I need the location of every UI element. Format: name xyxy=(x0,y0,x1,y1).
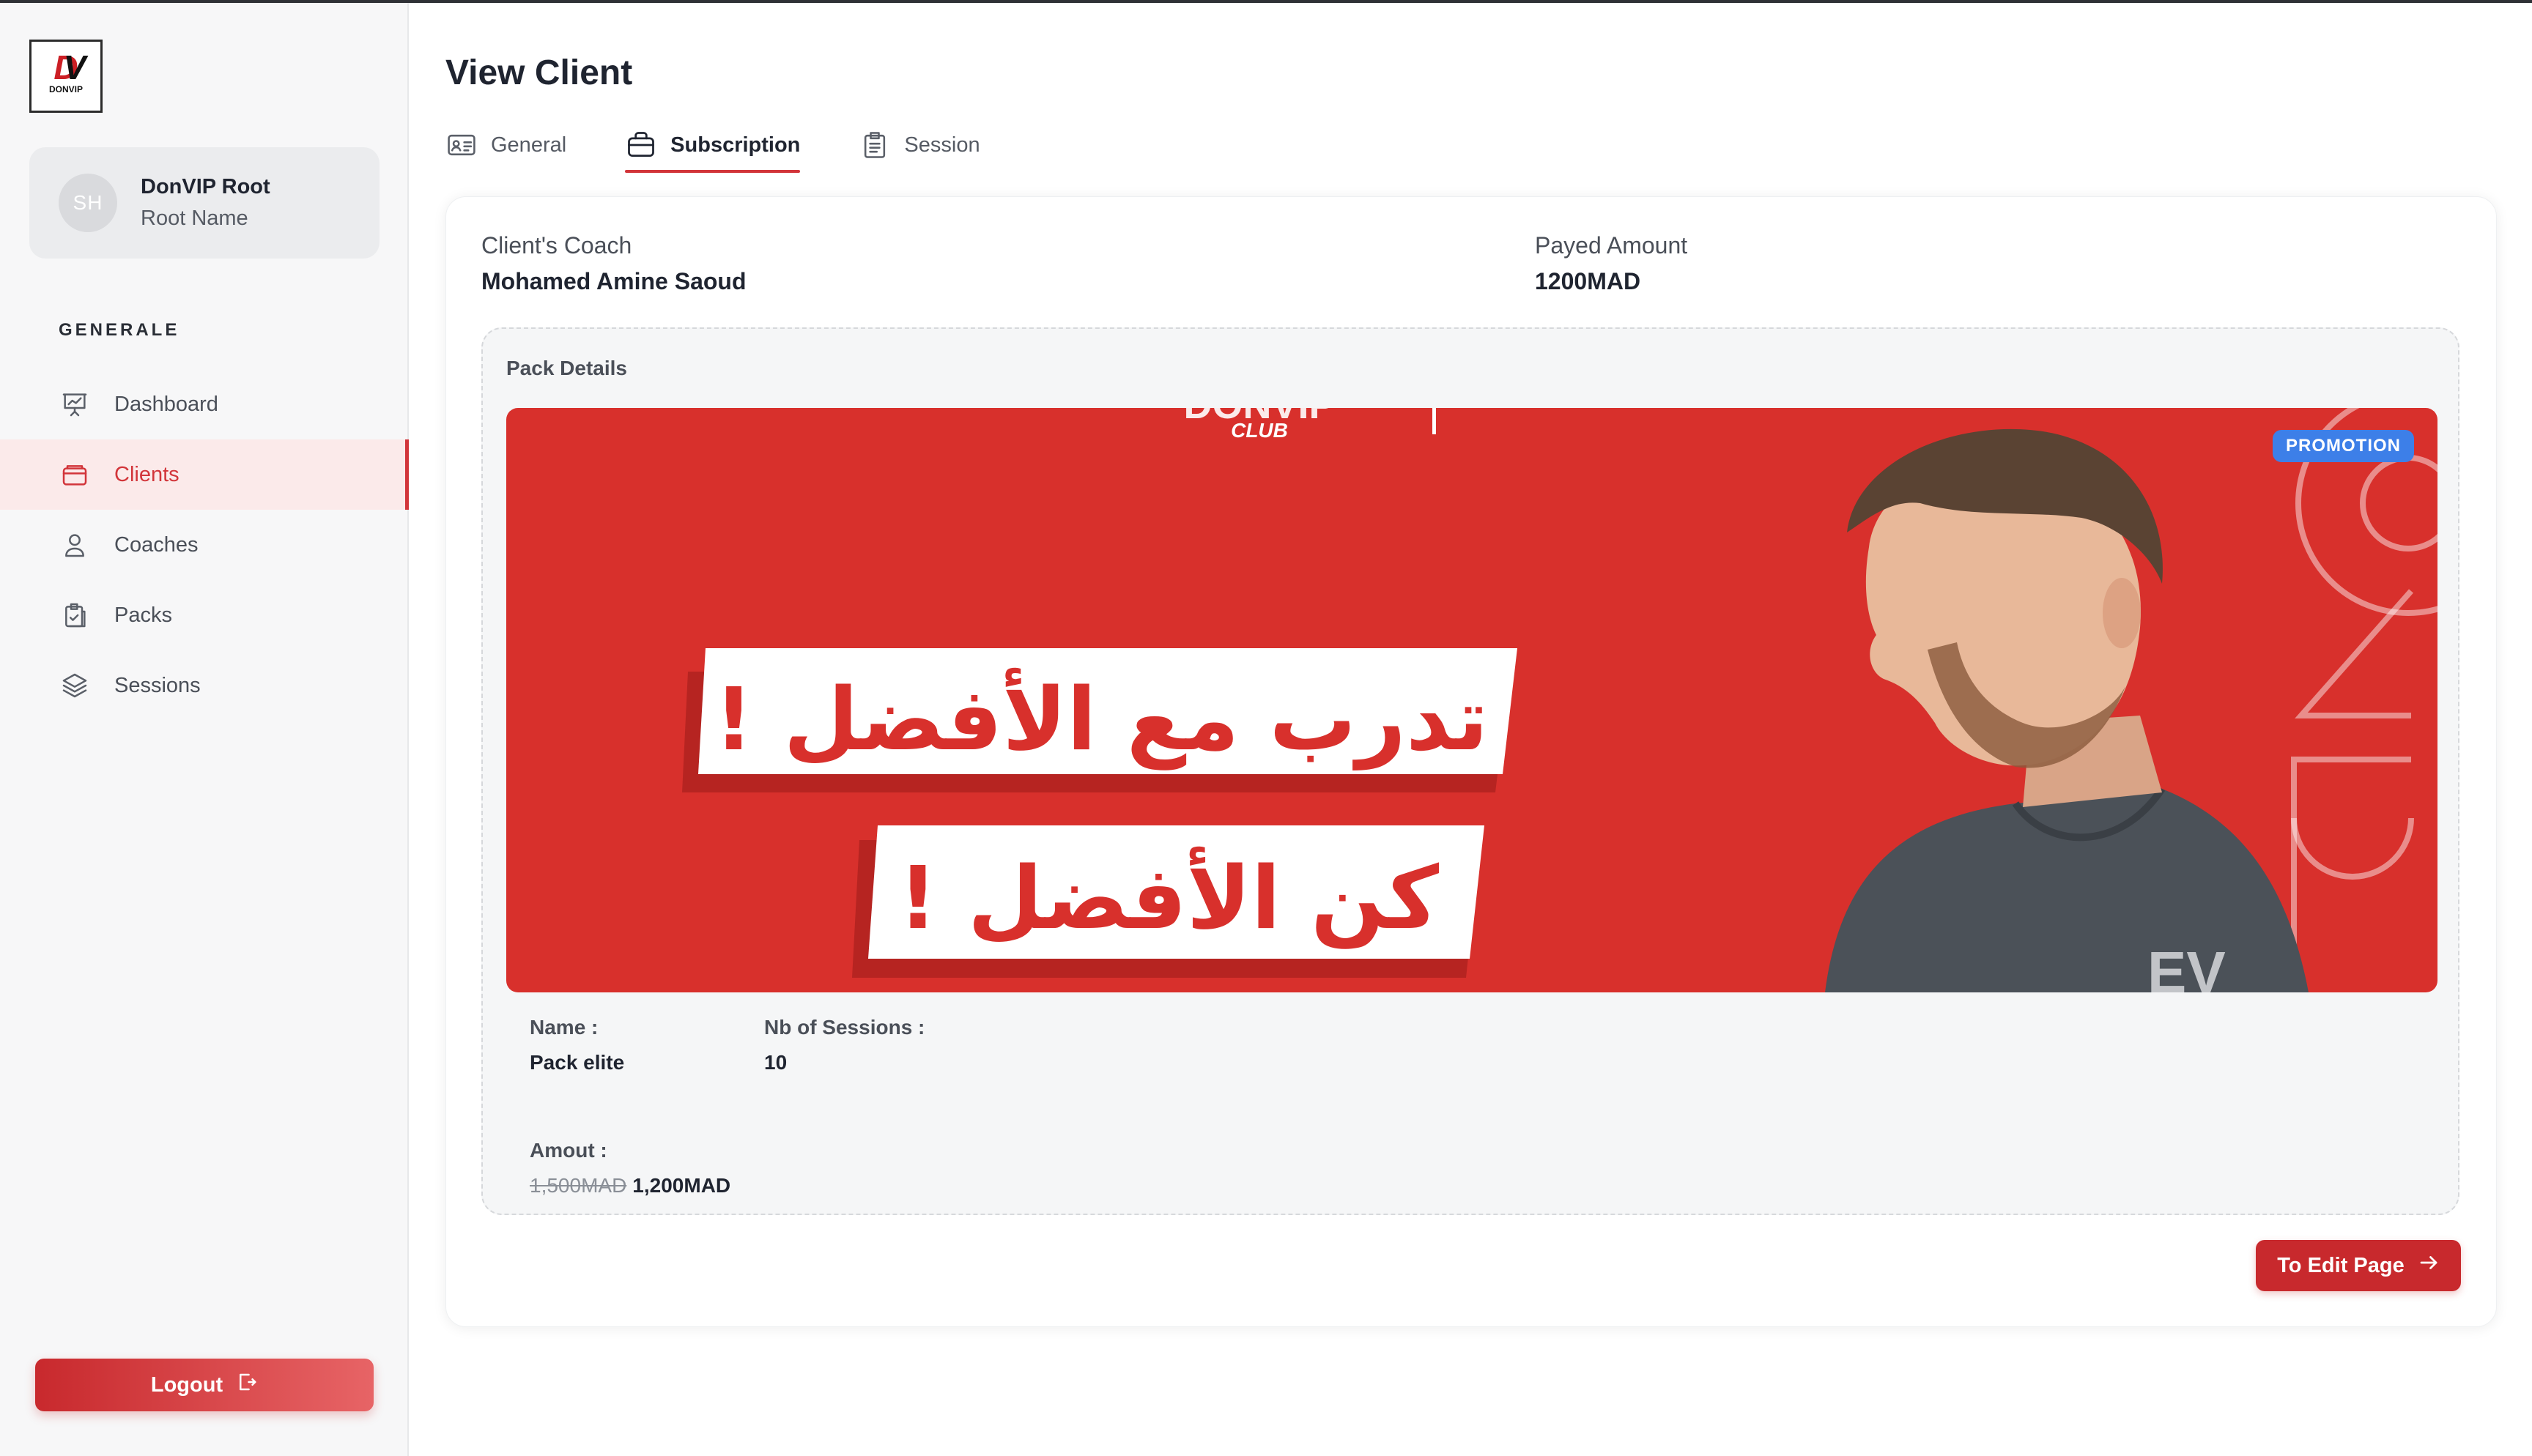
sidebar-item-clients[interactable]: Clients xyxy=(0,439,409,510)
svg-text:تدرب مع الأفضل !: تدرب مع الأفضل ! xyxy=(714,667,1489,770)
user-icon xyxy=(59,529,91,561)
sidebar-nav: Dashboard Clients Coaches Packs Sessions xyxy=(0,369,409,721)
svg-text:CLUB: CLUB xyxy=(1231,419,1288,442)
sidebar-item-label: Packs xyxy=(114,603,172,627)
sidebar-item-packs[interactable]: Packs xyxy=(0,580,409,650)
tab-label: Session xyxy=(904,133,980,157)
pack-name-value: Pack elite xyxy=(530,1051,625,1074)
subscription-card: Client's Coach Mohamed Amine Saoud Payed… xyxy=(445,196,2497,1327)
logout-icon xyxy=(223,1371,258,1399)
sidebar-item-dashboard[interactable]: Dashboard xyxy=(0,369,409,439)
pack-amount-field: Amout : 1,500MAD 1,200MAD xyxy=(530,1139,730,1197)
pack-name-label: Name : xyxy=(530,1016,599,1039)
to-edit-page-button[interactable]: To Edit Page xyxy=(2256,1240,2461,1291)
user-name: DonVIP Root xyxy=(141,175,270,198)
old-price: 1,500MAD xyxy=(530,1174,627,1197)
coach-info: Client's Coach Mohamed Amine Saoud xyxy=(481,232,747,295)
user-card[interactable]: SH DonVIP Root Root Name xyxy=(29,147,380,259)
svg-text:EV: EV xyxy=(2147,940,2226,992)
brand-logo[interactable]: D V DONVIP xyxy=(29,40,103,113)
layers-icon xyxy=(59,669,91,702)
sidebar: D V DONVIP SH DonVIP Root Root Name GENE… xyxy=(0,3,409,1456)
new-price: 1,200MAD xyxy=(632,1174,731,1197)
edit-button-label: To Edit Page xyxy=(2277,1253,2405,1277)
page-title: View Client xyxy=(445,53,633,92)
nav-section-title: GENERALE xyxy=(59,320,180,340)
avatar: SH xyxy=(59,174,117,232)
payed-amount-value: 1200MAD xyxy=(1535,268,1641,294)
logout-button[interactable]: Logout xyxy=(35,1359,374,1411)
pack-name-field: Name : Pack elite xyxy=(530,1016,624,1074)
svg-text:كن الأفضل !: كن الأفضل ! xyxy=(898,846,1439,949)
svg-text:V: V xyxy=(64,48,89,86)
logout-label: Logout xyxy=(150,1373,223,1397)
presentation-chart-icon xyxy=(59,388,91,420)
tab-general[interactable]: General xyxy=(445,117,566,173)
wallet-icon xyxy=(59,458,91,491)
pack-sessions-label: Nb of Sessions : xyxy=(764,1016,925,1039)
payed-amount-label: Payed Amount xyxy=(1535,232,1688,259)
pack-amount-label: Amout : xyxy=(530,1139,607,1162)
tab-bar: General Subscription Session xyxy=(445,117,1039,173)
tab-subscription[interactable]: Subscription xyxy=(625,117,801,173)
clipboard-check-icon xyxy=(59,599,91,631)
briefcase-icon xyxy=(625,129,657,161)
coach-label: Client's Coach xyxy=(481,232,632,259)
payed-amount-info: Payed Amount 1200MAD xyxy=(1535,232,1687,295)
pack-details-title: Pack Details xyxy=(506,357,627,379)
svg-text:DONVIP: DONVIP xyxy=(49,84,83,94)
sidebar-item-label: Dashboard xyxy=(114,392,218,416)
pack-banner-image: DONVIP CLUB تدرب مع الأفضل ! xyxy=(506,408,2437,992)
sidebar-item-coaches[interactable]: Coaches xyxy=(0,510,409,580)
sidebar-item-sessions[interactable]: Sessions xyxy=(0,650,409,721)
coach-value: Mohamed Amine Saoud xyxy=(481,268,747,294)
arrow-right-icon xyxy=(2405,1252,2440,1279)
user-role: Root Name xyxy=(141,207,248,230)
sidebar-item-label: Coaches xyxy=(114,532,199,557)
promotion-badge: PROMOTION xyxy=(2273,430,2414,462)
id-card-icon xyxy=(445,129,478,161)
sidebar-item-label: Clients xyxy=(114,462,179,486)
pack-sessions-value: 10 xyxy=(764,1051,788,1074)
tab-label: General xyxy=(491,133,567,157)
pack-details-panel: Pack Details DONVIP CLUB xyxy=(481,327,2459,1215)
tab-label: Subscription xyxy=(670,133,801,157)
pack-sessions-field: Nb of Sessions : 10 xyxy=(764,1016,925,1074)
tab-session[interactable]: Session xyxy=(859,117,980,173)
pack-amount-value: 1,500MAD 1,200MAD xyxy=(530,1174,730,1197)
clipboard-icon xyxy=(859,129,891,161)
sidebar-item-label: Sessions xyxy=(114,673,201,697)
